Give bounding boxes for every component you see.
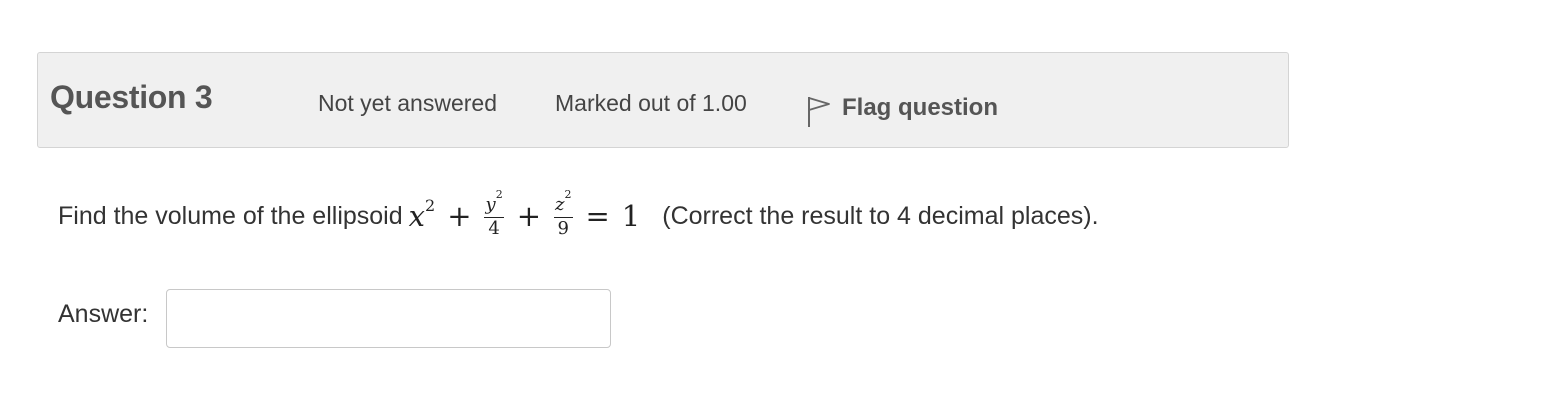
math-x: x2	[408, 196, 436, 233]
question-text-after: (Correct the result to 4 decimal places)…	[662, 201, 1099, 230]
question-info-bar: Question 3 Not yet answered Marked out o…	[37, 52, 1289, 148]
math-fraction-z: z2 9	[553, 188, 573, 239]
math-equals: =	[585, 199, 610, 233]
flag-question-link[interactable]: Flag question	[806, 87, 998, 129]
flag-question-label: Flag question	[842, 94, 998, 121]
question-text-before: Find the volume of the ellipsoid	[58, 201, 403, 230]
question-state: Not yet answered	[318, 90, 497, 116]
answer-label: Answer:	[58, 300, 149, 328]
ellipsoid-equation: x2 + y2 4 + z2 9 = 1	[408, 188, 641, 239]
math-plus-2: +	[516, 199, 541, 233]
question-grade: Marked out of 1.00	[555, 90, 747, 116]
answer-input[interactable]	[166, 289, 611, 348]
math-rhs: 1	[621, 199, 641, 233]
math-plus-1: +	[447, 199, 472, 233]
question-text: Find the volume of the ellipsoid x2 + y2…	[58, 176, 1099, 256]
question-number: Question 3	[50, 79, 213, 115]
math-fraction-y: y2 4	[484, 188, 504, 239]
flag-outline-icon	[808, 97, 830, 127]
